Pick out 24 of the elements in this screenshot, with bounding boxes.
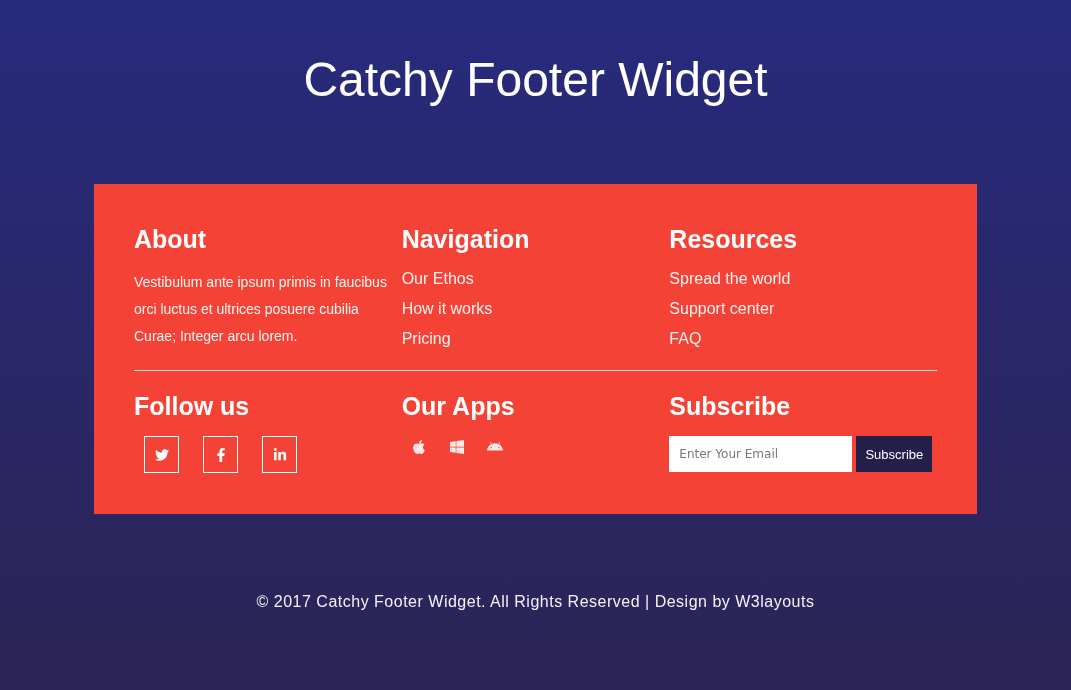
footer-link[interactable]: Pricing <box>401 324 451 354</box>
social-link-button[interactable] <box>144 436 179 473</box>
section-heading: Subscribe <box>669 391 791 421</box>
footer-link[interactable]: Our Ethos <box>401 264 474 294</box>
section-heading: Our Apps <box>401 391 515 421</box>
linkedin-icon <box>272 447 287 462</box>
social-link-button[interactable] <box>203 436 238 473</box>
subscribe-button[interactable]: Subscribe <box>856 436 933 472</box>
apple-icon[interactable] <box>410 439 427 455</box>
about-text: Vestibulum ante ipsum primis in faucibus orci luctus et ultrices posuere cubilia Curae; Integer arcu lorem. <box>134 273 388 346</box>
section-heading: Navigation <box>401 224 530 254</box>
footer-link[interactable]: How it works <box>401 294 493 324</box>
social-link-button[interactable] <box>262 436 297 473</box>
copyright-text: © 2017 Catchy Footer Widget. All Rights Reserved | Design by W3layouts <box>256 592 815 612</box>
windows-icon[interactable] <box>448 439 465 455</box>
section-heading: Resources <box>669 224 798 254</box>
page-title: Catchy Footer Widget <box>303 52 768 108</box>
footer-link[interactable]: Support center <box>669 294 775 324</box>
footer-link[interactable]: Spread the world <box>669 264 791 294</box>
section-heading: About <box>134 224 207 254</box>
section-heading: Follow us <box>134 391 250 421</box>
footer-link[interactable]: FAQ <box>669 324 702 354</box>
twitter-icon <box>154 447 169 462</box>
email-input-field[interactable]: Enter Your Email <box>669 436 853 472</box>
